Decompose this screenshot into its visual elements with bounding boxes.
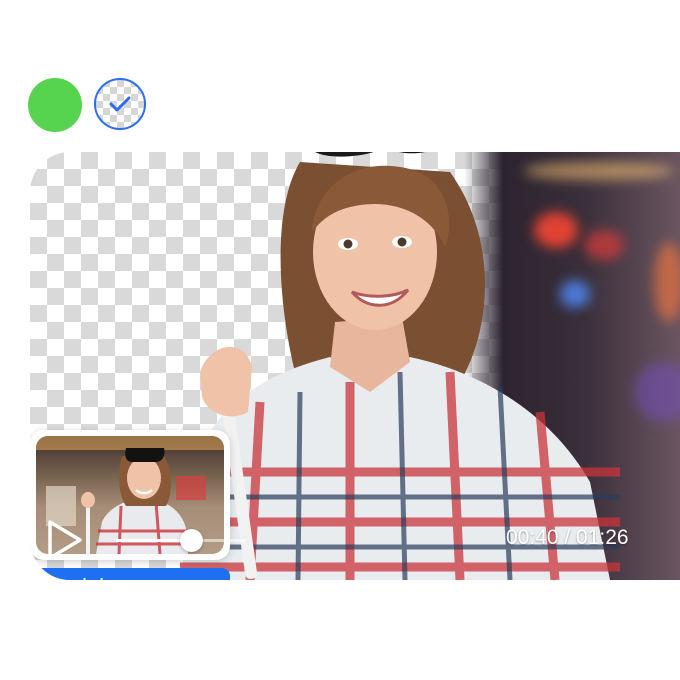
progress-bar[interactable]	[116, 529, 246, 552]
time-readout: 00:40 / 01:26	[506, 526, 629, 549]
checkmark-icon	[109, 96, 131, 112]
status-indicator-dot	[28, 78, 82, 132]
file-name-label: headphone.mov	[30, 568, 230, 580]
play-icon[interactable]	[46, 519, 84, 561]
preview-stage: headphone.mov 00:40 / 01:26	[30, 152, 680, 580]
selection-check-button[interactable]	[94, 78, 146, 130]
